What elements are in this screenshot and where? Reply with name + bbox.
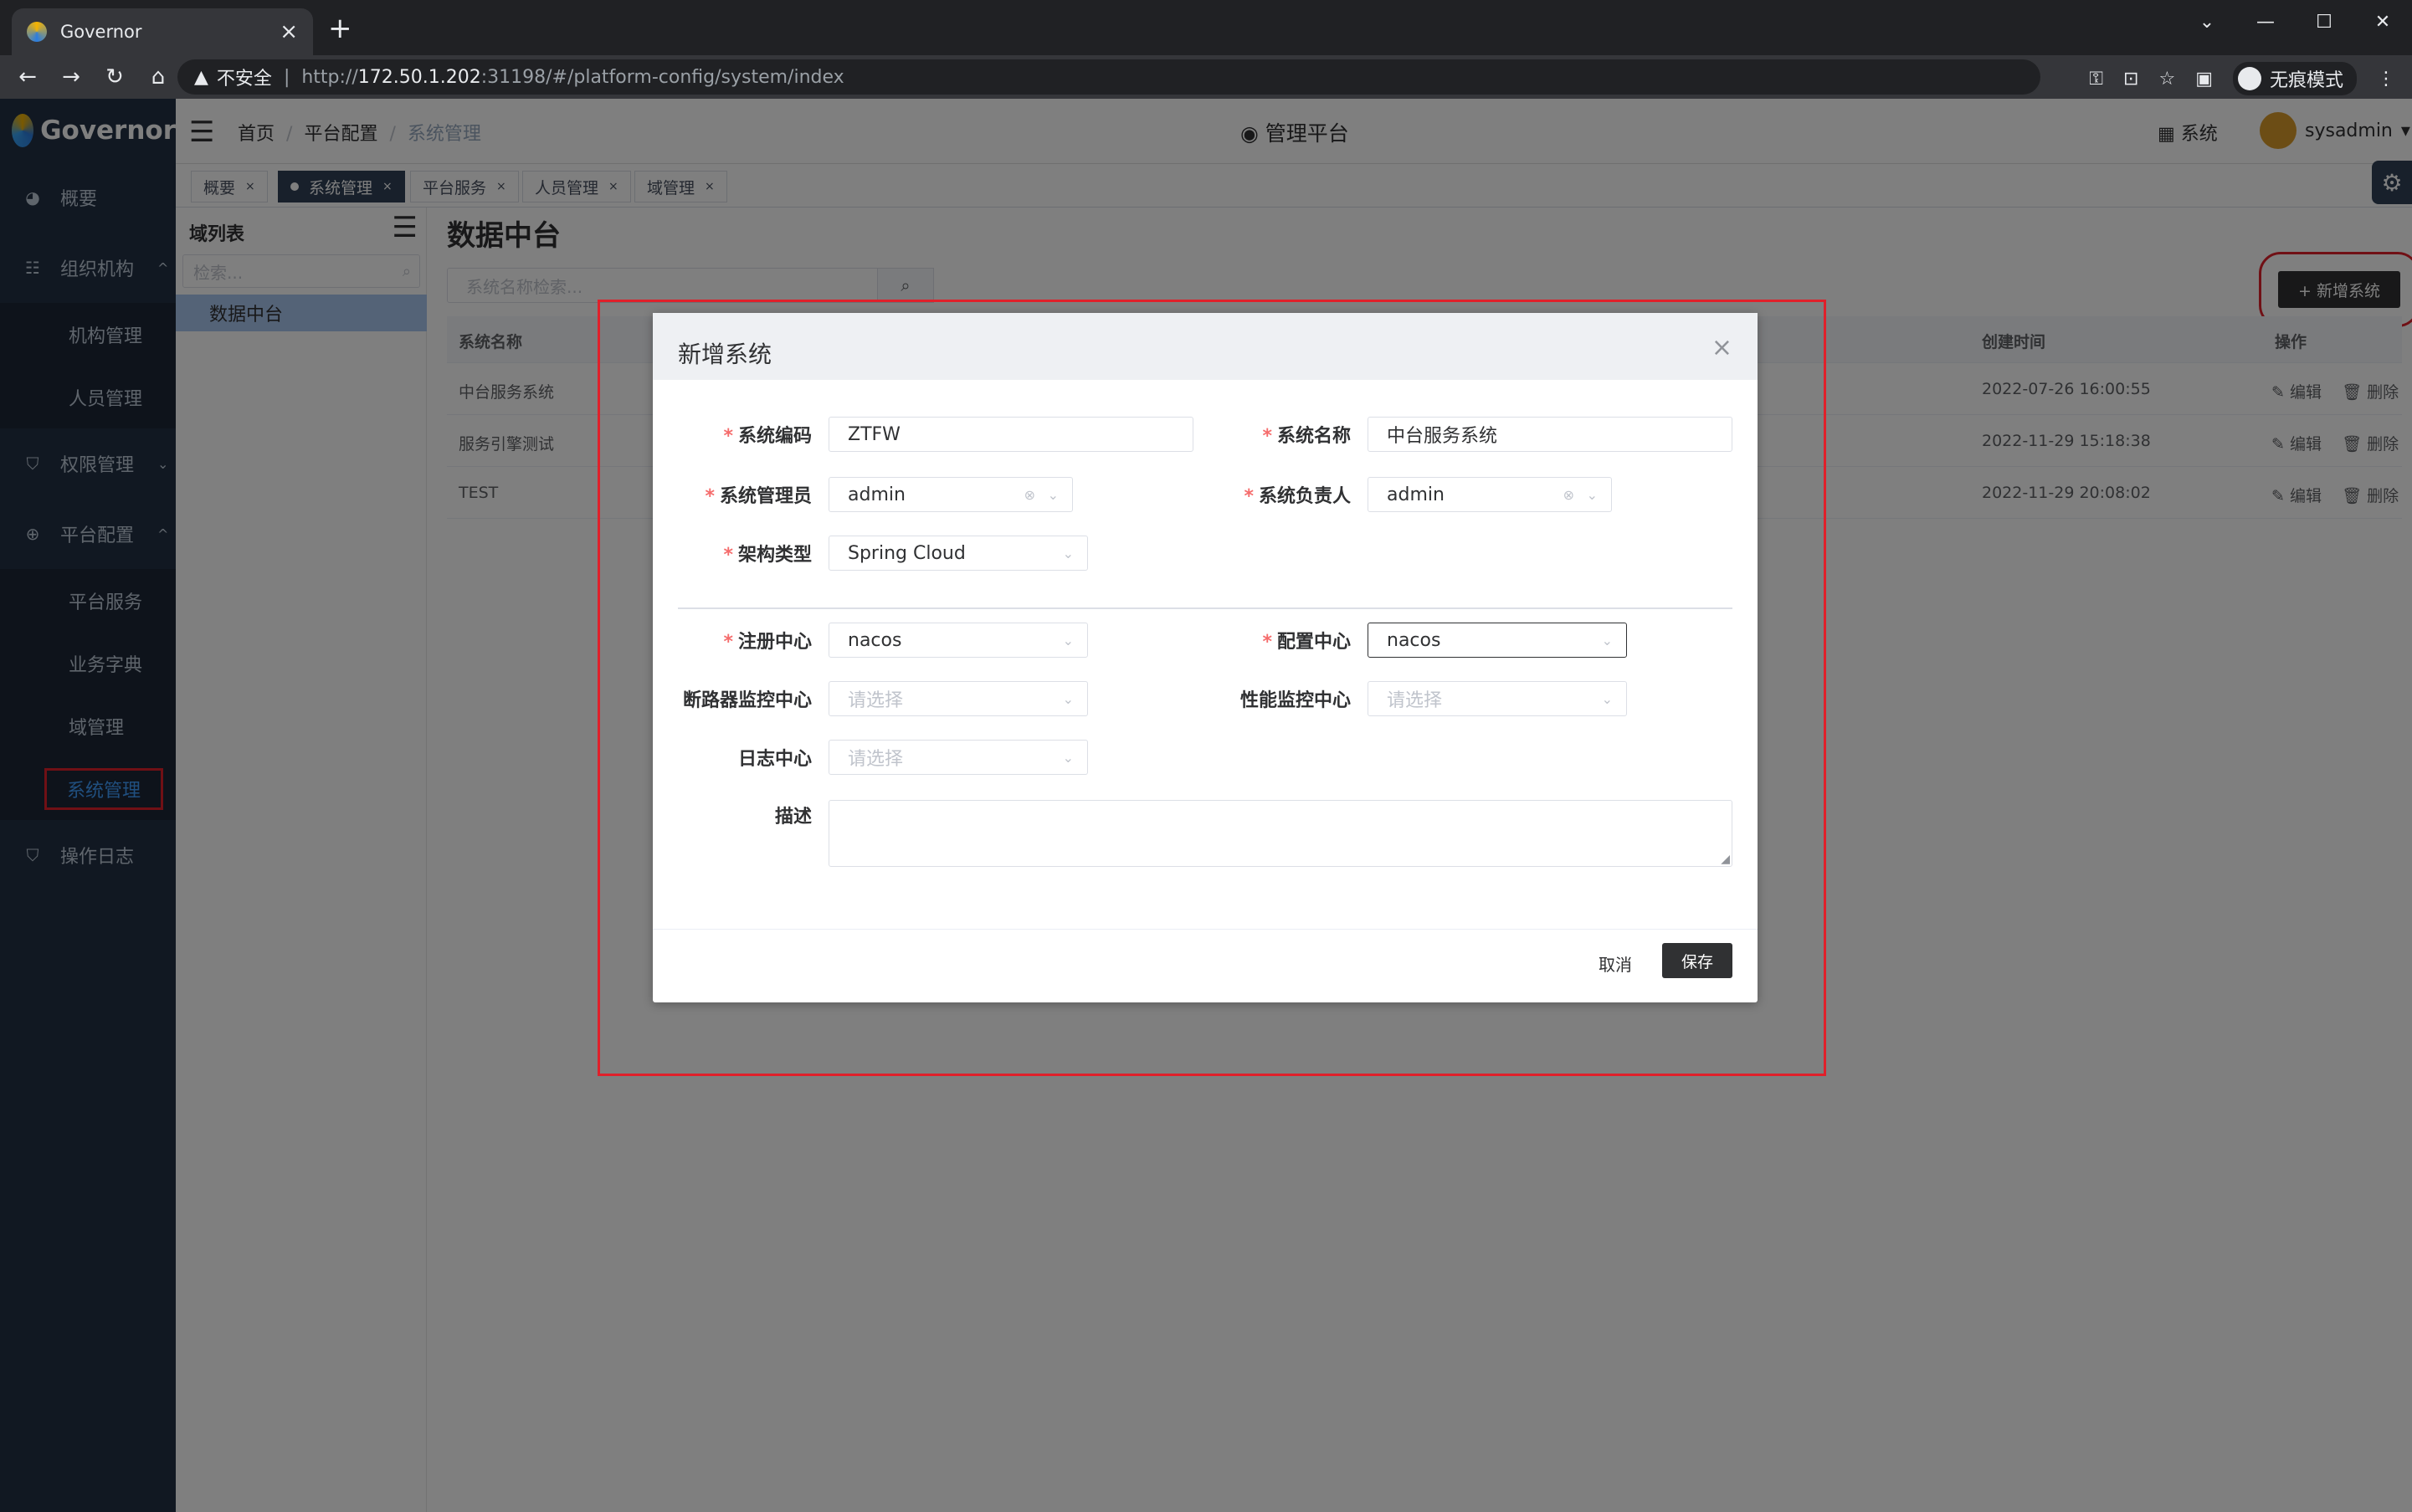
url-bar[interactable]: ▲ 不安全 | http://172.50.1.202:31198/#/plat…: [177, 59, 2040, 95]
governor-favicon-icon: [27, 22, 47, 42]
clear-icon[interactable]: ⊗: [1563, 487, 1574, 503]
field-breaker-monitor: 断路器监控中心 请选择 ⌄: [670, 681, 1088, 716]
chevron-down-icon: ⌄: [1062, 749, 1074, 766]
close-icon[interactable]: ×: [1711, 333, 1732, 362]
url-separator: |: [283, 66, 290, 88]
translate-icon[interactable]: ⊡: [2123, 69, 2138, 90]
close-window-icon[interactable]: ✕: [2353, 5, 2412, 38]
chevron-down-icon: ⌄: [1586, 486, 1598, 503]
incognito-label: 无痕模式: [2269, 70, 2343, 91]
star-icon[interactable]: ☆: [2158, 69, 2175, 90]
tab-search-icon[interactable]: ⌄: [2178, 5, 2236, 38]
system-name-input[interactable]: 中台服务系统: [1368, 417, 1732, 452]
key-icon[interactable]: ⚿: [2089, 69, 2103, 90]
field-config-center: * 配置中心 nacos ⌄: [1209, 623, 1627, 658]
url-path: :31198/#/platform-config/system/index: [480, 66, 844, 88]
system-admin-select[interactable]: admin ⊗ ⌄: [829, 477, 1073, 512]
new-tab-button[interactable]: +: [328, 13, 352, 44]
dialog-header: 新增系统 ×: [653, 313, 1758, 380]
form-divider: [678, 607, 1732, 609]
home-icon[interactable]: ⌂: [142, 64, 174, 90]
back-icon[interactable]: ←: [12, 64, 44, 90]
resize-handle-icon[interactable]: ◢: [1721, 853, 1730, 866]
close-tab-icon[interactable]: ×: [280, 19, 298, 44]
browser-tab[interactable]: Governor ×: [12, 8, 313, 55]
browser-tab-strip: Governor × + ⌄ — ☐ ✕: [0, 0, 2412, 55]
maximize-icon[interactable]: ☐: [2295, 5, 2353, 38]
field-log-center: 日志中心 请选择 ⌄: [670, 740, 1088, 775]
browser-tab-title: Governor: [60, 22, 142, 42]
field-description: 描述: [774, 807, 812, 828]
config-center-select[interactable]: nacos ⌄: [1368, 623, 1627, 658]
chevron-down-icon: ⌄: [1062, 545, 1074, 561]
browser-toolbar: ⚿ ⊡ ☆ ▣ 无痕模式 ⋮: [2089, 62, 2395, 95]
warning-icon: ▲: [194, 66, 208, 88]
chevron-down-icon: ⌄: [1062, 632, 1074, 648]
chevron-down-icon: ⌄: [1601, 690, 1613, 707]
chevron-down-icon: ⌄: [1601, 632, 1613, 648]
minimize-icon[interactable]: —: [2236, 5, 2295, 38]
add-system-dialog: 新增系统 × * 系统编码 ZTFW * 系统名称 中台服务系统 * 系统管理员 ad…: [653, 313, 1758, 1002]
breaker-monitor-select[interactable]: 请选择 ⌄: [829, 681, 1088, 716]
insecure-label: 不安全: [216, 69, 272, 90]
more-menu-icon[interactable]: ⋮: [2377, 69, 2395, 90]
incognito-badge[interactable]: 无痕模式: [2232, 62, 2357, 95]
log-center-select[interactable]: 请选择 ⌄: [829, 740, 1088, 775]
field-system-admin: * 系统管理员 admin ⊗ ⌄: [670, 477, 1073, 512]
description-textarea[interactable]: ◢: [829, 800, 1732, 867]
dialog-footer: 取消 保存: [653, 929, 1758, 1002]
field-system-owner: * 系统负责人 admin ⊗ ⌄: [1209, 477, 1612, 512]
field-perf-monitor: 性能监控中心 请选择 ⌄: [1209, 681, 1627, 716]
incognito-icon: [2237, 67, 2261, 90]
url-prefix: http://: [301, 66, 358, 88]
reload-icon[interactable]: ↻: [99, 64, 131, 90]
save-button[interactable]: 保存: [1662, 943, 1732, 978]
extension-icon[interactable]: ▣: [2195, 69, 2213, 90]
window-controls: ⌄ — ☐ ✕: [2178, 5, 2412, 38]
registry-select[interactable]: nacos ⌄: [829, 623, 1088, 658]
cancel-button[interactable]: 取消: [1599, 951, 1632, 976]
system-owner-select[interactable]: admin ⊗ ⌄: [1368, 477, 1612, 512]
clear-icon[interactable]: ⊗: [1024, 487, 1035, 503]
field-system-name: * 系统名称 中台服务系统: [1209, 417, 1732, 452]
dialog-title: 新增系统: [678, 341, 772, 368]
perf-monitor-select[interactable]: 请选择 ⌄: [1368, 681, 1627, 716]
field-registry: * 注册中心 nacos ⌄: [670, 623, 1088, 658]
url-host: 172.50.1.202: [357, 66, 481, 88]
field-system-code: * 系统编码 ZTFW: [670, 417, 1193, 452]
architecture-select[interactable]: Spring Cloud ⌄: [829, 536, 1088, 571]
chevron-down-icon: ⌄: [1062, 690, 1074, 707]
field-architecture: * 架构类型 Spring Cloud ⌄: [670, 536, 1088, 571]
forward-icon[interactable]: →: [55, 64, 87, 90]
system-code-input[interactable]: ZTFW: [829, 417, 1193, 452]
chevron-down-icon: ⌄: [1047, 486, 1059, 503]
address-bar-row: ← → ↻ ⌂ ▲ 不安全 | http://172.50.1.202:3119…: [0, 55, 2412, 99]
